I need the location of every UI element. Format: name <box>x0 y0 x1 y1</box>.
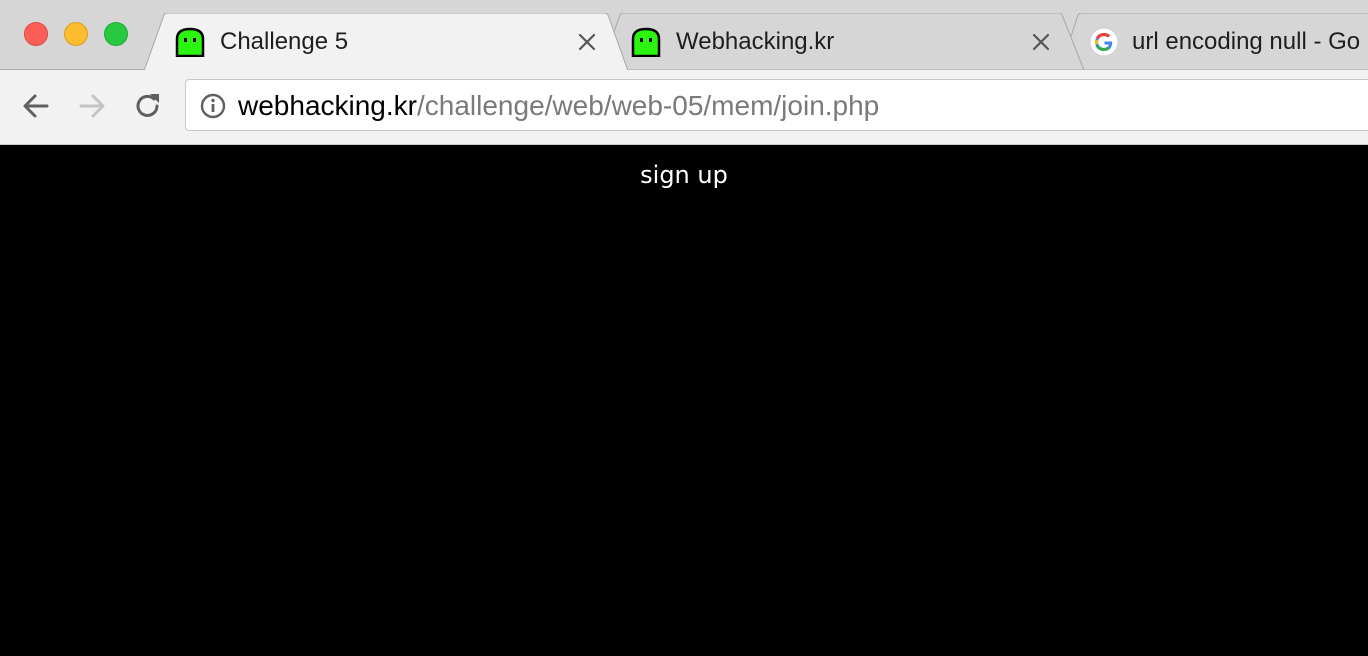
tab-challenge-5[interactable]: Challenge 5 <box>144 13 628 70</box>
tab-title: url encoding null - Go <box>1132 28 1361 55</box>
close-tab-icon[interactable] <box>576 31 598 53</box>
window-maximize-button[interactable] <box>104 22 128 46</box>
tab-title: Webhacking.kr <box>676 28 835 55</box>
page-content: sign up <box>0 145 1368 656</box>
tab-shape <box>600 13 1084 70</box>
window-close-button[interactable] <box>24 22 48 46</box>
tab-google-search[interactable]: url encoding null - Go <box>1060 13 1368 70</box>
green-ghost-icon <box>631 27 661 57</box>
url-path: /challenge/web/web-05/mem/join.php <box>416 90 880 121</box>
tab-webhacking[interactable]: Webhacking.kr <box>600 13 1084 70</box>
page-title: sign up <box>640 161 728 189</box>
info-icon[interactable] <box>200 93 226 119</box>
back-arrow-icon[interactable] <box>20 90 52 122</box>
tab-title: Challenge 5 <box>220 28 349 55</box>
forward-arrow-icon[interactable] <box>76 90 108 122</box>
window-minimize-button[interactable] <box>64 22 88 46</box>
url-host: webhacking.kr <box>238 90 417 121</box>
browser-toolbar: webhacking.kr/challenge/web/web-05/mem/j… <box>0 70 1368 145</box>
google-icon <box>1089 27 1119 57</box>
address-bar[interactable]: webhacking.kr/challenge/web/web-05/mem/j… <box>185 79 1368 131</box>
tab-shape <box>144 13 628 70</box>
tab-strip: url encoding null - Go Webhacking.kr Cha… <box>0 0 1368 70</box>
green-ghost-icon <box>175 27 205 57</box>
close-tab-icon[interactable] <box>1030 31 1052 53</box>
reload-icon[interactable] <box>132 90 164 122</box>
url-text: webhacking.kr/challenge/web/web-05/mem/j… <box>238 91 879 121</box>
